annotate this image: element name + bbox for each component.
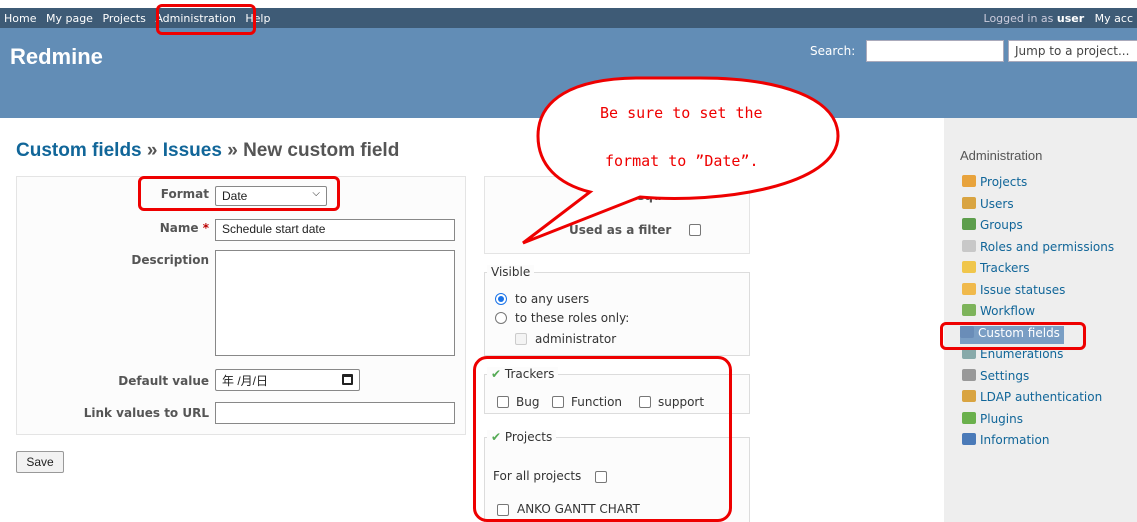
visible-fieldset: Visible to any users to these roles only… bbox=[484, 265, 750, 356]
sidebar-item-label: Projects bbox=[980, 175, 1028, 189]
sidebar-item-projects[interactable]: Projects bbox=[962, 175, 1027, 193]
app-title[interactable]: Redmine bbox=[10, 44, 103, 70]
menu-home-link[interactable]: Home bbox=[4, 12, 36, 25]
date-placeholder: 年 /月/日 bbox=[222, 374, 269, 388]
roles-only-label: to these roles only: bbox=[515, 311, 630, 325]
sidebar-item-trackers[interactable]: Trackers bbox=[962, 261, 1030, 279]
breadcrumb-issues-link[interactable]: Issues bbox=[163, 140, 222, 161]
trackers-icon bbox=[962, 261, 976, 273]
required-mark: * bbox=[202, 221, 209, 235]
logged-in-user-link[interactable]: user bbox=[1057, 12, 1084, 25]
sidebar-item-roles-and-permissions[interactable]: Roles and permissions bbox=[962, 239, 1115, 258]
sidebar-item-label: Information bbox=[980, 433, 1050, 447]
default-value-label: Default value bbox=[118, 374, 209, 388]
custom-field-form: Format Date ⌵ Name * Schedule start date… bbox=[16, 176, 466, 435]
name-label: Name * bbox=[159, 221, 209, 235]
role-administrator-checkbox[interactable] bbox=[515, 333, 527, 345]
sidebar-item-label: LDAP authentication bbox=[980, 390, 1103, 404]
sidebar-item-issue-statuses[interactable]: Issue statuses bbox=[962, 282, 1066, 301]
users-icon bbox=[962, 196, 976, 209]
page-title: Custom fields » Issues » New custom fiel… bbox=[16, 140, 399, 162]
highlight-custom-fields bbox=[940, 322, 1086, 350]
link-values-label: Link values to URL bbox=[83, 406, 209, 420]
sidebar-item-label: Users bbox=[980, 196, 1014, 211]
highlight-format bbox=[138, 176, 340, 211]
projects-icon bbox=[962, 175, 976, 187]
breadcrumb-separator-2: » bbox=[227, 140, 238, 161]
sidebar-title: Administration bbox=[960, 148, 1043, 163]
statuses-icon bbox=[962, 282, 976, 295]
sidebar-item-label: Groups bbox=[980, 218, 1023, 232]
sidebar-item-settings[interactable]: Settings bbox=[962, 368, 1030, 387]
logged-in-prefix: Logged in as bbox=[983, 12, 1054, 25]
groups-icon bbox=[962, 218, 976, 230]
highlight-trackers-projects bbox=[473, 356, 732, 522]
options-box: Requ Used as a filter bbox=[484, 176, 750, 254]
ldap-icon bbox=[962, 390, 976, 402]
name-input[interactable]: Schedule start date bbox=[215, 219, 455, 241]
save-button[interactable]: Save bbox=[16, 451, 64, 473]
search-input[interactable] bbox=[866, 40, 1004, 62]
annotation-text-2: format to ”Date”. bbox=[605, 152, 759, 170]
description-textarea[interactable] bbox=[215, 250, 455, 356]
sidebar-item-workflow[interactable]: Workflow bbox=[962, 304, 1035, 322]
sidebar-item-users[interactable]: Users bbox=[962, 196, 1014, 215]
sidebar-item-label: Workflow bbox=[980, 304, 1036, 318]
sidebar-item-information[interactable]: Information bbox=[962, 433, 1049, 451]
logged-in-info: Logged in as user My acc bbox=[984, 12, 1133, 25]
any-users-label: to any users bbox=[515, 292, 590, 306]
sidebar-item-label: Issue statuses bbox=[980, 282, 1066, 297]
plugins-icon bbox=[962, 411, 976, 424]
sidebar-item-plugins[interactable]: Plugins bbox=[962, 411, 1023, 430]
breadcrumb-current: New custom field bbox=[243, 140, 400, 161]
sidebar: Administration Projects Users Groups Roles … bbox=[944, 118, 1137, 522]
link-values-input[interactable] bbox=[215, 402, 455, 424]
header: Redmine Search: Jump to a project... bbox=[0, 28, 1137, 118]
jump-to-project-select[interactable]: Jump to a project... bbox=[1008, 40, 1137, 62]
roles-icon bbox=[962, 239, 976, 252]
sidebar-item-label: Roles and permissions bbox=[980, 239, 1115, 254]
required-label-partial: Requ bbox=[627, 189, 662, 203]
calendar-icon[interactable] bbox=[342, 374, 353, 385]
search-label: Search: bbox=[810, 44, 856, 58]
information-icon bbox=[962, 433, 976, 445]
my-account-link[interactable]: My acc bbox=[1095, 12, 1133, 25]
role-administrator-label: administrator bbox=[535, 332, 617, 346]
annotation-text-1: Be sure to set the bbox=[600, 104, 763, 122]
used-as-filter-checkbox[interactable] bbox=[689, 224, 701, 236]
menu-my-page-link[interactable]: My page bbox=[46, 12, 93, 25]
used-as-filter-label: Used as a filter bbox=[569, 223, 672, 237]
description-label: Description bbox=[131, 253, 209, 267]
sidebar-item-ldap-authentication[interactable]: LDAP authentication bbox=[962, 390, 1102, 408]
default-value-date-input[interactable]: 年 /月/日 bbox=[215, 369, 360, 391]
visible-legend: Visible bbox=[487, 265, 535, 279]
roles-only-radio[interactable] bbox=[495, 312, 507, 324]
settings-icon bbox=[962, 368, 976, 381]
breadcrumb-separator: » bbox=[146, 140, 158, 161]
sidebar-item-label: Trackers bbox=[980, 261, 1030, 275]
sidebar-item-label: Plugins bbox=[980, 411, 1023, 426]
highlight-administration bbox=[156, 4, 256, 35]
menu-projects-link[interactable]: Projects bbox=[102, 12, 145, 25]
breadcrumb-custom-fields-link[interactable]: Custom fields bbox=[16, 140, 142, 161]
any-users-radio[interactable] bbox=[495, 293, 507, 305]
workflow-icon bbox=[962, 304, 976, 316]
sidebar-item-groups[interactable]: Groups bbox=[962, 218, 1023, 236]
sidebar-item-label: Settings bbox=[980, 368, 1030, 383]
